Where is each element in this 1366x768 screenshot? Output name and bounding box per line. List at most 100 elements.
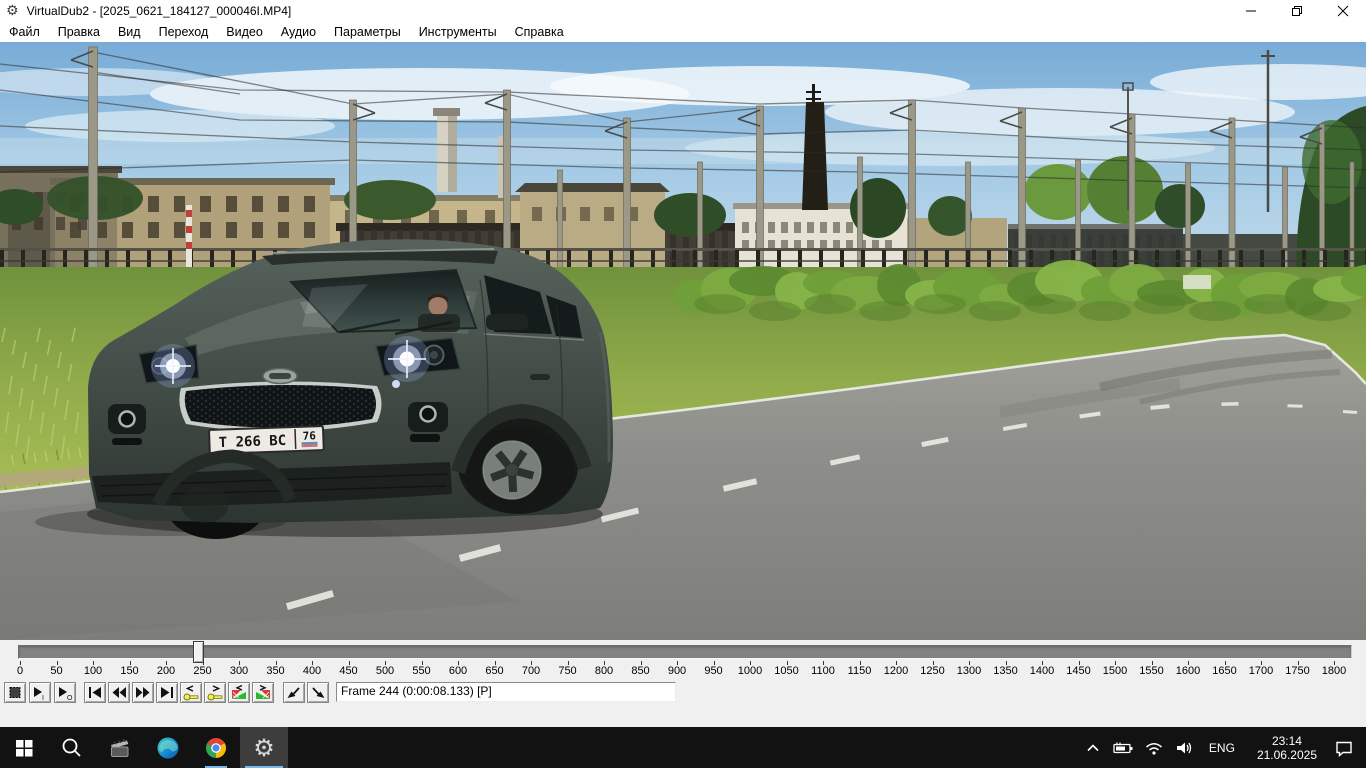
ruler-label: 300: [230, 665, 248, 677]
menu-item-3[interactable]: Переход: [150, 23, 218, 41]
ruler-label: 1450: [1066, 665, 1090, 677]
transport-controls: 0501001502002503003504004505005506006507…: [0, 640, 1366, 727]
stop-button[interactable]: [4, 682, 26, 703]
restore-icon: [1291, 5, 1303, 17]
menu-item-0[interactable]: Файл: [0, 23, 49, 41]
ruler-label: 1600: [1176, 665, 1200, 677]
ruler-label: 1650: [1212, 665, 1236, 677]
menu-item-4[interactable]: Видео: [217, 23, 272, 41]
step-back-button[interactable]: [108, 682, 130, 703]
ruler-label: 200: [157, 665, 175, 677]
taskbar-app-chrome[interactable]: [192, 727, 240, 768]
ruler-label: 350: [266, 665, 284, 677]
window-title: VirtualDub2 - [2025_0621_184127_000046I.…: [27, 4, 292, 18]
prev-keyframe-button[interactable]: [180, 682, 202, 703]
taskbar-clock[interactable]: 23:14 21.06.2025: [1245, 734, 1329, 762]
close-button[interactable]: [1320, 0, 1366, 22]
chevron-up-icon: [1084, 739, 1102, 757]
window-controls: [1228, 0, 1366, 22]
license-plate: Т 266 ВС 76: [209, 426, 324, 454]
search-icon: [60, 736, 84, 760]
play-output-icon: O: [55, 683, 75, 702]
double-arrow-right-icon: [133, 683, 153, 702]
menu-item-5[interactable]: Аудио: [272, 23, 325, 41]
key-right-icon: [205, 683, 225, 702]
action-center-button[interactable]: [1329, 727, 1366, 768]
tray-volume[interactable]: [1169, 727, 1199, 768]
double-arrow-left-icon: [109, 683, 129, 702]
ruler-label: 1400: [1030, 665, 1054, 677]
ruler-label: 250: [193, 665, 211, 677]
edge-icon: [155, 735, 181, 761]
ruler-label: 50: [50, 665, 62, 677]
go-start-button[interactable]: [84, 682, 106, 703]
clock-time: 23:14: [1257, 734, 1317, 748]
clock-date: 21.06.2025: [1257, 748, 1317, 762]
ruler-label: 1250: [920, 665, 944, 677]
ruler-label: 1300: [957, 665, 981, 677]
timeline-track[interactable]: [18, 645, 1352, 659]
virtualdub-app-icon: ⚙: [6, 4, 19, 18]
ruler-label: 1700: [1249, 665, 1273, 677]
ruler-label: 900: [668, 665, 686, 677]
chrome-icon: [203, 735, 229, 761]
play-input-button[interactable]: I: [29, 682, 51, 703]
ruler-label: 1500: [1103, 665, 1127, 677]
title-bar: ⚙ VirtualDub2 - [2025_0621_184127_000046…: [0, 0, 1366, 22]
restore-button[interactable]: [1274, 0, 1320, 22]
menu-bar: ФайлПравкаВидПереходВидеоАудиоПараметрыИ…: [0, 22, 1366, 42]
tray-wifi[interactable]: [1139, 727, 1169, 768]
ruler-label: 1800: [1322, 665, 1346, 677]
tray-chevron-up[interactable]: [1079, 727, 1107, 768]
menu-item-1[interactable]: Правка: [49, 23, 109, 41]
prev-scene-button[interactable]: [228, 682, 250, 703]
ruler-label: 1000: [738, 665, 762, 677]
menu-item-7[interactable]: Инструменты: [410, 23, 506, 41]
ruler-label: 850: [631, 665, 649, 677]
menu-item-2[interactable]: Вид: [109, 23, 150, 41]
wifi-icon: [1144, 739, 1164, 757]
ruler-label: 500: [376, 665, 394, 677]
minimize-button[interactable]: [1228, 0, 1274, 22]
ruler-label: 1150: [848, 665, 872, 677]
ruler-label: 1200: [884, 665, 908, 677]
timeline-thumb[interactable]: [193, 641, 204, 663]
search-button[interactable]: [48, 727, 96, 768]
go-end-button[interactable]: [156, 682, 178, 703]
next-scene-button[interactable]: [252, 682, 274, 703]
virtualdub-gear-icon: ⚙: [253, 736, 275, 760]
system-tray: ENG 23:14 21.06.2025: [1079, 727, 1366, 768]
ruler-label: 1100: [811, 665, 835, 677]
ruler-label: 550: [412, 665, 430, 677]
menu-item-6[interactable]: Параметры: [325, 23, 410, 41]
ruler-label: 450: [339, 665, 357, 677]
mark-out-button[interactable]: [307, 682, 329, 703]
next-keyframe-button[interactable]: [204, 682, 226, 703]
ruler-label: 150: [120, 665, 138, 677]
tray-battery[interactable]: [1107, 727, 1139, 768]
stop-icon: [5, 683, 25, 702]
skip-end-icon: [157, 683, 177, 702]
menu-item-8[interactable]: Справка: [506, 23, 573, 41]
start-button[interactable]: [0, 727, 48, 768]
step-forward-button[interactable]: [132, 682, 154, 703]
taskbar: ⚙ E: [0, 727, 1366, 768]
scene-forward-icon: [253, 683, 273, 702]
mark-in-button[interactable]: [283, 682, 305, 703]
ruler-label: 950: [704, 665, 722, 677]
windows-logo-icon: [14, 738, 34, 758]
ruler-label: 600: [449, 665, 467, 677]
ruler-label: 1750: [1285, 665, 1309, 677]
ruler-label: 1550: [1139, 665, 1163, 677]
taskbar-app-edge[interactable]: [144, 727, 192, 768]
scene-back-icon: [229, 683, 249, 702]
play-output-button[interactable]: O: [54, 682, 76, 703]
mark-in-icon: [284, 683, 304, 702]
minimize-icon: [1245, 5, 1257, 17]
taskbar-app-virtualdub2[interactable]: ⚙: [240, 727, 288, 768]
distant-white-vehicle: [1183, 275, 1211, 289]
taskbar-app-media-player[interactable]: [96, 727, 144, 768]
ruler-label: 1350: [993, 665, 1017, 677]
language-indicator[interactable]: ENG: [1199, 741, 1245, 755]
ruler-label: 100: [84, 665, 102, 677]
